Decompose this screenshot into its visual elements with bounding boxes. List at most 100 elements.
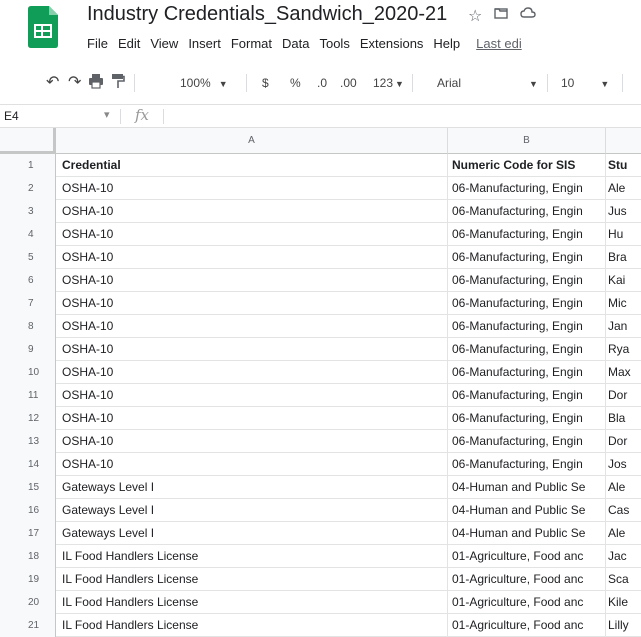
row-header[interactable]: 7 — [0, 292, 56, 315]
last-edit-link[interactable]: Last edi — [476, 36, 522, 51]
cell-b[interactable]: 01-Agriculture, Food anc — [448, 545, 606, 568]
column-header-b[interactable]: B — [448, 128, 606, 154]
row-header[interactable]: 20 — [0, 591, 56, 614]
select-all-corner[interactable] — [0, 128, 56, 154]
cell-c[interactable]: Jan — [606, 315, 641, 338]
cell-c[interactable]: Dor — [606, 384, 641, 407]
column-header-a[interactable]: A — [56, 128, 448, 154]
row-header[interactable]: 11 — [0, 384, 56, 407]
row-header[interactable]: 4 — [0, 223, 56, 246]
number-format-select[interactable]: 123 ▼ — [373, 76, 404, 90]
cell-c[interactable]: Ale — [606, 177, 641, 200]
cell-a[interactable]: OSHA-10 — [56, 292, 448, 315]
cell-c[interactable]: Max — [606, 361, 641, 384]
cell-c[interactable]: Mic — [606, 292, 641, 315]
cell-b[interactable]: 06-Manufacturing, Engin — [448, 384, 606, 407]
cell-b[interactable]: 06-Manufacturing, Engin — [448, 315, 606, 338]
cell-b[interactable]: 04-Human and Public Se — [448, 499, 606, 522]
cell-b[interactable]: 06-Manufacturing, Engin — [448, 223, 606, 246]
row-header[interactable]: 1 — [0, 154, 56, 177]
cell-b[interactable]: 01-Agriculture, Food anc — [448, 591, 606, 614]
cell-c[interactable]: Rya — [606, 338, 641, 361]
cell-a[interactable]: OSHA-10 — [56, 246, 448, 269]
row-header[interactable]: 18 — [0, 545, 56, 568]
cell-c[interactable]: Sca — [606, 568, 641, 591]
cell-c[interactable]: Kile — [606, 591, 641, 614]
cell-c[interactable]: Kai — [606, 269, 641, 292]
row-header[interactable]: 14 — [0, 453, 56, 476]
increase-decimal-button[interactable]: .00 — [340, 76, 357, 90]
cell-b[interactable]: 04-Human and Public Se — [448, 522, 606, 545]
cell-c[interactable]: Lilly — [606, 614, 641, 637]
cell-a[interactable]: OSHA-10 — [56, 407, 448, 430]
cell-b[interactable]: 04-Human and Public Se — [448, 476, 606, 499]
print-icon[interactable] — [88, 73, 104, 92]
menu-file[interactable]: File — [87, 36, 108, 51]
cell-b[interactable]: 06-Manufacturing, Engin — [448, 200, 606, 223]
sheets-logo-icon[interactable] — [28, 6, 58, 48]
star-icon[interactable]: ☆ — [468, 6, 482, 26]
cell-b[interactable]: 06-Manufacturing, Engin — [448, 292, 606, 315]
menu-tools[interactable]: Tools — [319, 36, 349, 51]
row-header[interactable]: 9 — [0, 338, 56, 361]
cell-b[interactable]: 06-Manufacturing, Engin — [448, 338, 606, 361]
cell-a[interactable]: OSHA-10 — [56, 315, 448, 338]
cell-a[interactable]: OSHA-10 — [56, 384, 448, 407]
cell-b[interactable]: 06-Manufacturing, Engin — [448, 361, 606, 384]
cell-c[interactable]: Bla — [606, 407, 641, 430]
menu-extensions[interactable]: Extensions — [360, 36, 424, 51]
chevron-down-icon[interactable]: ▾ — [104, 108, 110, 121]
row-header[interactable]: 21 — [0, 614, 56, 637]
menu-insert[interactable]: Insert — [188, 36, 221, 51]
cell-a[interactable]: IL Food Handlers License — [56, 614, 448, 637]
cell-a[interactable]: Gateways Level I — [56, 522, 448, 545]
row-header[interactable]: 16 — [0, 499, 56, 522]
name-box[interactable]: E4 — [4, 109, 19, 123]
cell-a[interactable]: OSHA-10 — [56, 453, 448, 476]
menu-view[interactable]: View — [150, 36, 178, 51]
redo-icon[interactable]: ↷ — [68, 72, 81, 92]
row-header[interactable]: 12 — [0, 407, 56, 430]
cell-c[interactable]: Cas — [606, 499, 641, 522]
menu-format[interactable]: Format — [231, 36, 272, 51]
row-header[interactable]: 13 — [0, 430, 56, 453]
cell-a[interactable]: Gateways Level I — [56, 499, 448, 522]
zoom-select[interactable]: 100% ▼ — [180, 76, 228, 90]
cell-c[interactable]: Stu — [606, 154, 641, 177]
menu-data[interactable]: Data — [282, 36, 309, 51]
cell-a[interactable]: OSHA-10 — [56, 200, 448, 223]
cell-a[interactable]: OSHA-10 — [56, 177, 448, 200]
row-header[interactable]: 3 — [0, 200, 56, 223]
font-family-select[interactable]: Arial ▼ — [437, 76, 538, 90]
cloud-status-icon[interactable] — [520, 6, 536, 26]
row-header[interactable]: 8 — [0, 315, 56, 338]
cell-a[interactable]: IL Food Handlers License — [56, 591, 448, 614]
row-header[interactable]: 5 — [0, 246, 56, 269]
cell-c[interactable]: Hu — [606, 223, 641, 246]
document-title[interactable]: Industry Credentials_Sandwich_2020-21 — [87, 3, 447, 26]
cell-a[interactable]: OSHA-10 — [56, 338, 448, 361]
cell-a[interactable]: Credential — [56, 154, 448, 177]
row-header[interactable]: 17 — [0, 522, 56, 545]
cell-a[interactable]: OSHA-10 — [56, 269, 448, 292]
cell-c[interactable]: Ale — [606, 476, 641, 499]
cell-c[interactable]: Ale — [606, 522, 641, 545]
menu-help[interactable]: Help — [433, 36, 460, 51]
menu-edit[interactable]: Edit — [118, 36, 140, 51]
cell-b[interactable]: Numeric Code for SIS — [448, 154, 606, 177]
row-header[interactable]: 19 — [0, 568, 56, 591]
font-size-select[interactable]: 10 ▼ — [561, 76, 609, 90]
cell-c[interactable]: Dor — [606, 430, 641, 453]
cell-a[interactable]: OSHA-10 — [56, 430, 448, 453]
row-header[interactable]: 10 — [0, 361, 56, 384]
cell-b[interactable]: 06-Manufacturing, Engin — [448, 177, 606, 200]
row-header[interactable]: 6 — [0, 269, 56, 292]
cell-b[interactable]: 06-Manufacturing, Engin — [448, 269, 606, 292]
cell-c[interactable]: Bra — [606, 246, 641, 269]
cell-b[interactable]: 06-Manufacturing, Engin — [448, 407, 606, 430]
cell-b[interactable]: 01-Agriculture, Food anc — [448, 614, 606, 637]
cell-a[interactable]: OSHA-10 — [56, 361, 448, 384]
column-header-c[interactable] — [606, 128, 641, 154]
cell-a[interactable]: Gateways Level I — [56, 476, 448, 499]
cell-a[interactable]: OSHA-10 — [56, 223, 448, 246]
